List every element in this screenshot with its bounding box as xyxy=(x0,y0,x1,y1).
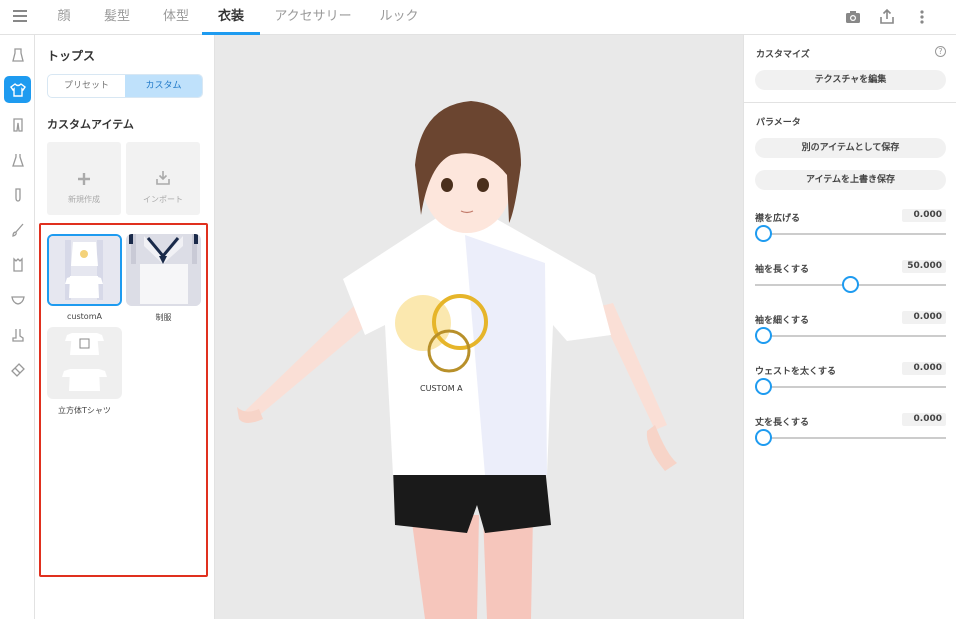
slider-track[interactable] xyxy=(755,335,946,337)
segment-preset[interactable]: プリセット xyxy=(48,75,125,97)
item-panel: トップス プリセット カスタム カスタムアイテム 新規作成 インポート cust… xyxy=(35,35,215,619)
slider-track[interactable] xyxy=(755,233,946,235)
slider-track[interactable] xyxy=(755,437,946,439)
item-card-customa[interactable]: customA xyxy=(47,234,122,321)
param-slider-row: 袖を細くする 0.000 xyxy=(755,311,946,353)
customize-panel: カスタマイズ ? テクスチャを編集 パラメータ 別のアイテムとして保存 アイテム… xyxy=(743,35,956,619)
menu-icon[interactable] xyxy=(13,10,27,22)
param-value-field[interactable]: 0.000 xyxy=(902,413,946,426)
item-name: customA xyxy=(67,312,102,321)
tab-body[interactable]: 体型 xyxy=(156,0,196,35)
param-slider-row: 袖を長くする 50.000 xyxy=(755,260,946,302)
tops-icon[interactable] xyxy=(4,76,31,103)
param-value-field[interactable]: 0.000 xyxy=(902,311,946,324)
pants-icon[interactable] xyxy=(4,111,31,138)
tab-hairstyle[interactable]: 髪型 xyxy=(97,0,137,35)
param-label: 袖を細くする xyxy=(755,316,810,326)
params-heading: パラメータ xyxy=(756,118,801,128)
segment-custom[interactable]: カスタム xyxy=(125,75,202,97)
eraser-icon[interactable] xyxy=(4,356,31,383)
slider-thumb[interactable] xyxy=(755,429,772,446)
param-value-field[interactable]: 0.000 xyxy=(902,209,946,222)
item-name: 立方体Tシャツ xyxy=(58,406,111,415)
param-label: 袖を長くする xyxy=(755,265,810,275)
camera-icon[interactable] xyxy=(844,8,862,26)
socks-icon[interactable] xyxy=(4,181,31,208)
item-card-cube-tshirt[interactable]: 立方体Tシャツ xyxy=(47,327,122,416)
param-label: ウェストを太くする xyxy=(755,367,837,377)
item-thumbnail xyxy=(47,327,122,399)
boots-icon[interactable] xyxy=(4,321,31,348)
top-bar: 顔 髪型 体型 衣装 アクセサリー ルック xyxy=(0,0,956,35)
custom-items-heading: カスタムアイテム xyxy=(47,118,134,131)
more-vertical-icon[interactable] xyxy=(913,8,931,26)
underwear-icon[interactable] xyxy=(4,286,31,313)
avatar-viewport[interactable]: CUSTOM A xyxy=(215,35,743,619)
param-label: 丈を長くする xyxy=(755,418,810,428)
item-thumbnail xyxy=(126,234,201,306)
preset-custom-toggle: プリセット カスタム xyxy=(47,74,203,98)
tab-face[interactable]: 顔 xyxy=(50,0,78,35)
edit-texture-button[interactable]: テクスチャを編集 xyxy=(755,70,946,90)
param-slider-row: 襟を広げる 0.000 xyxy=(755,209,946,251)
slider-thumb[interactable] xyxy=(755,378,772,395)
item-name: 制服 xyxy=(155,313,172,322)
tab-look[interactable]: ルック xyxy=(375,0,423,35)
slider-thumb[interactable] xyxy=(842,276,859,293)
slider-thumb[interactable] xyxy=(755,327,772,344)
jacket-icon[interactable] xyxy=(4,251,31,278)
divider xyxy=(744,102,956,103)
tab-outfit[interactable]: 衣装 xyxy=(202,0,260,35)
panel-title: トップス xyxy=(47,49,96,63)
slider-track[interactable] xyxy=(755,386,946,388)
help-icon[interactable]: ? xyxy=(935,46,946,57)
new-item-button[interactable]: 新規作成 xyxy=(47,142,121,215)
save-as-new-button[interactable]: 別のアイテムとして保存 xyxy=(755,138,946,158)
category-rail xyxy=(0,35,35,619)
dress-icon[interactable] xyxy=(4,146,31,173)
import-button[interactable]: インポート xyxy=(126,142,200,215)
param-value-field[interactable]: 50.000 xyxy=(902,260,946,273)
tab-accessory[interactable]: アクセサリー xyxy=(272,0,354,35)
param-slider-row: 丈を長くする 0.000 xyxy=(755,413,946,455)
overwrite-save-button[interactable]: アイテムを上書き保存 xyxy=(755,170,946,190)
param-slider-row: ウェストを太くする 0.000 xyxy=(755,362,946,404)
shirt-print-text: CUSTOM A xyxy=(420,384,463,393)
share-icon[interactable] xyxy=(878,8,896,26)
param-label: 襟を広げる xyxy=(755,214,801,224)
new-item-label: 新規作成 xyxy=(68,195,100,204)
hat-icon[interactable] xyxy=(4,41,31,68)
import-icon xyxy=(156,171,170,185)
brush-icon[interactable] xyxy=(4,216,31,243)
customize-heading: カスタマイズ xyxy=(756,50,810,60)
avatar-figure: CUSTOM A xyxy=(237,101,677,619)
param-value-field[interactable]: 0.000 xyxy=(902,362,946,375)
item-thumbnail xyxy=(47,234,122,306)
import-label: インポート xyxy=(143,195,183,204)
item-card-uniform[interactable]: 制服 xyxy=(126,234,201,323)
plus-icon xyxy=(78,173,90,185)
slider-thumb[interactable] xyxy=(755,225,772,242)
